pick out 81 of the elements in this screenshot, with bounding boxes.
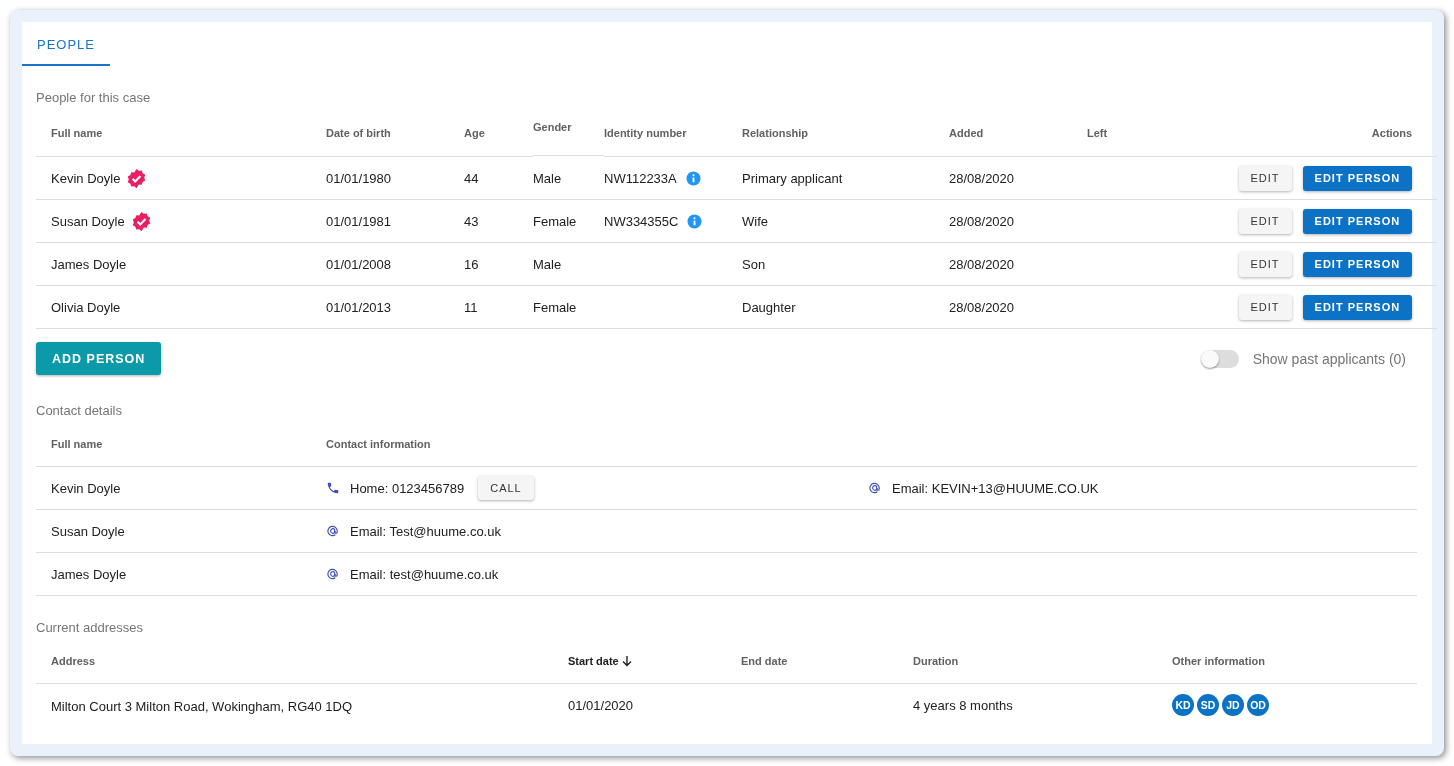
edit-button[interactable]: EDIT bbox=[1238, 165, 1292, 191]
section-title: Contact details bbox=[36, 403, 122, 418]
column-header: Duration bbox=[913, 639, 1172, 684]
person-name: Olivia Doyle bbox=[51, 299, 121, 315]
table-cell: James Doyle bbox=[36, 553, 326, 596]
table-cell: Primary applicant bbox=[742, 157, 949, 200]
column-header: End date bbox=[741, 639, 913, 684]
table-cell: Female bbox=[533, 286, 604, 329]
table-cell: Susan Doyle bbox=[36, 510, 326, 553]
edit-button[interactable]: EDIT bbox=[1238, 251, 1292, 277]
person-name: Kevin Doyle bbox=[51, 170, 121, 186]
call-button[interactable]: CALL bbox=[478, 476, 534, 500]
email-icon bbox=[326, 567, 340, 581]
table-cell: 43 bbox=[464, 200, 533, 243]
column-header: Relationship bbox=[742, 110, 949, 157]
table-cell: 16 bbox=[464, 243, 533, 286]
table-cell: 01/01/2013 bbox=[326, 286, 464, 329]
person-avatar[interactable]: OD bbox=[1247, 694, 1269, 716]
table-cell: 11 bbox=[464, 286, 533, 329]
verified-badge-icon bbox=[126, 167, 148, 189]
section-title: People for this case bbox=[36, 90, 151, 105]
add-person-button[interactable]: ADD PERSON bbox=[36, 342, 162, 375]
table-cell: Son bbox=[742, 243, 949, 286]
column-header: Other information bbox=[1172, 639, 1417, 684]
table-cell-text: 4 years 8 months bbox=[913, 696, 1014, 715]
contact-info: Email: test@huume.co.uk bbox=[350, 566, 499, 582]
person-name: James Doyle bbox=[51, 256, 127, 272]
person-avatar[interactable]: SD bbox=[1197, 694, 1219, 716]
column-header: Actions bbox=[1107, 110, 1438, 157]
column-header: Age bbox=[464, 110, 533, 157]
table-cell: 28/08/2020 bbox=[949, 286, 1087, 329]
edit-person-button[interactable]: EDIT PERSON bbox=[1302, 251, 1413, 277]
table-cell: Kevin Doyle bbox=[36, 467, 326, 510]
edit-button[interactable]: EDIT bbox=[1238, 208, 1292, 234]
table-cell: Daughter bbox=[742, 286, 949, 329]
table-cell: Wife bbox=[742, 200, 949, 243]
table-cell: Female bbox=[533, 200, 604, 243]
column-header: Added bbox=[949, 110, 1087, 157]
edit-person-button[interactable]: EDIT PERSON bbox=[1302, 294, 1413, 320]
table-cell: 01/01/2008 bbox=[326, 243, 464, 286]
arrow-down-icon bbox=[620, 655, 633, 667]
contact-info: Email: KEVIN+13@HUUME.CO.UK bbox=[892, 480, 1099, 496]
toggle-switch[interactable] bbox=[1200, 349, 1239, 368]
table-cell: 44 bbox=[464, 157, 533, 200]
email-icon bbox=[868, 481, 882, 495]
person-avatar[interactable]: KD bbox=[1172, 694, 1194, 716]
contact-info: Home: 0123456789 bbox=[350, 480, 465, 496]
identity-number: NW112233A bbox=[604, 170, 677, 186]
table-cell: 28/08/2020 bbox=[949, 243, 1087, 286]
toggle-label: Show past applicants (0) bbox=[1252, 350, 1406, 367]
column-header: Gender bbox=[533, 110, 604, 156]
column-header: Address bbox=[36, 639, 568, 684]
contact-info: Email: Test@huume.co.uk bbox=[350, 523, 501, 539]
phone-icon bbox=[326, 481, 340, 495]
sorted-column-header[interactable]: Start date bbox=[568, 655, 633, 667]
edit-person-button[interactable]: EDIT PERSON bbox=[1302, 208, 1413, 234]
column-header: Left bbox=[1087, 110, 1108, 157]
table-cell-text: Milton Court 3 Milton Road, Wokingham, RG40 1DQ bbox=[50, 697, 354, 716]
table-cell: Male bbox=[533, 157, 604, 200]
info-icon[interactable] bbox=[687, 213, 703, 229]
person-name: Susan Doyle bbox=[51, 213, 125, 229]
verified-badge-icon bbox=[130, 210, 152, 232]
person-avatar[interactable]: JD bbox=[1222, 694, 1244, 716]
table-cell: 28/08/2020 bbox=[949, 157, 1087, 200]
tab[interactable]: PEOPLE bbox=[22, 22, 111, 66]
table-cell: 01/01/1980 bbox=[326, 157, 464, 200]
column-header: Full name bbox=[36, 110, 326, 157]
email-icon bbox=[326, 524, 340, 538]
table-cell: 01/01/1981 bbox=[326, 200, 464, 243]
edit-button[interactable]: EDIT bbox=[1238, 294, 1292, 320]
column-header: Date of birth bbox=[326, 110, 464, 157]
table-cell: 28/08/2020 bbox=[949, 200, 1087, 243]
column-header: Identity number bbox=[604, 110, 742, 157]
table-cell-text: 01/01/2020 bbox=[568, 696, 635, 715]
column-header: Full name bbox=[36, 422, 326, 467]
identity-number: NW334355C bbox=[604, 213, 679, 229]
info-icon[interactable] bbox=[685, 170, 701, 186]
edit-person-button[interactable]: EDIT PERSON bbox=[1302, 165, 1413, 191]
table-cell: Male bbox=[533, 243, 604, 286]
column-header: Contact information bbox=[326, 422, 868, 467]
section-title: Current addresses bbox=[36, 620, 143, 635]
